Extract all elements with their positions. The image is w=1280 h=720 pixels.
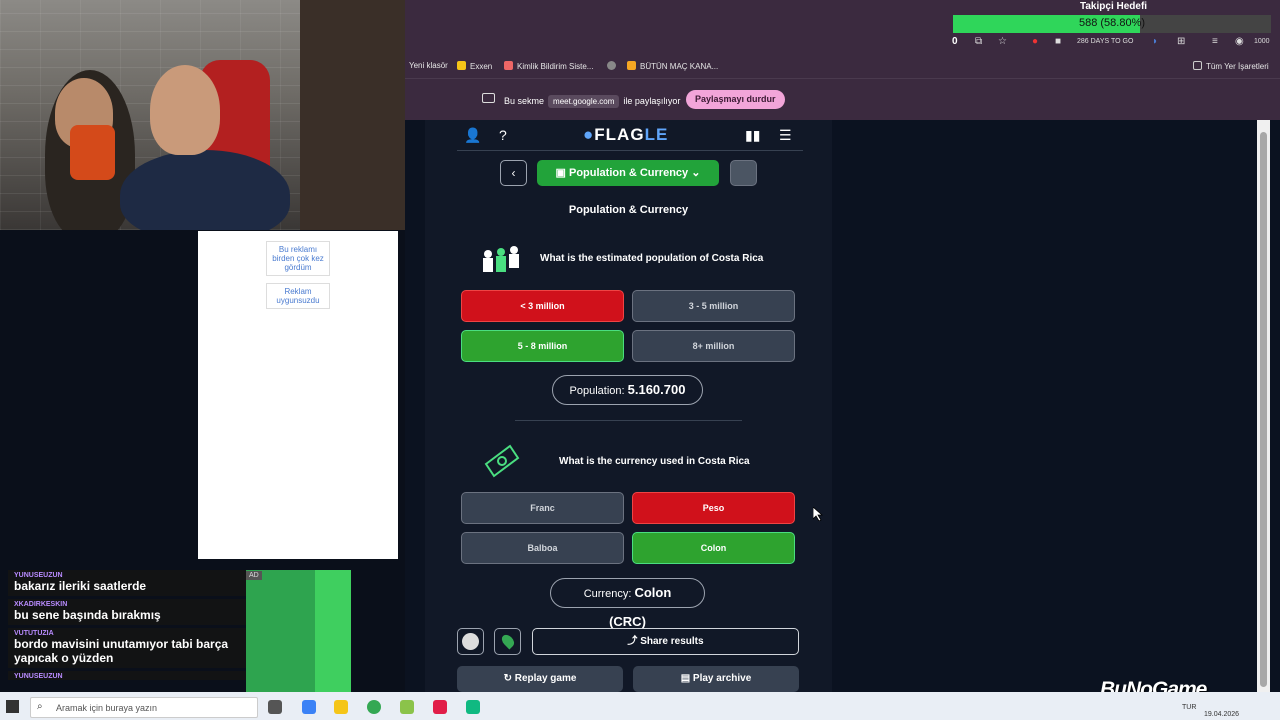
folder-icon	[1193, 61, 1202, 70]
mode-icon: ▣	[555, 167, 569, 179]
explorer-icon[interactable]	[334, 700, 348, 714]
chat-text: bordo mavisini unutamıyor tabi barça yap…	[14, 637, 229, 665]
ad-feedback-button[interactable]: Bu reklamı birden çok kez gördüm	[266, 241, 330, 276]
cast-icon[interactable]: ⧉	[975, 36, 982, 47]
wikipedia-button[interactable]	[457, 628, 484, 655]
chat-message: XKADIRKESKIN bu sene başında bırakmış	[8, 599, 246, 625]
chat-side-panel	[246, 570, 351, 692]
pen-icon	[504, 61, 513, 70]
replay-game-button[interactable]: ↻ Replay game	[457, 666, 623, 692]
share-icon: ⤴	[627, 636, 641, 647]
chat-text: bakarız ileriki saatlerde	[14, 579, 147, 593]
chat-text: bu sene başında bırakmış	[14, 608, 161, 622]
chat-message: YUNUSEUZUN	[8, 671, 246, 680]
chrome-icon[interactable]	[367, 700, 381, 714]
map-pin-icon	[499, 632, 517, 650]
sharing-status: Bu sekme meet.google.com ile paylaşılıyor	[504, 95, 681, 108]
bookmark-item[interactable]	[607, 61, 620, 71]
chat-overlay: YUNUSEUZUN bakarız ileriki saatlerde XKA…	[8, 570, 246, 692]
exxen-icon	[457, 61, 466, 70]
app-icon[interactable]	[302, 700, 316, 714]
wikipedia-icon	[462, 633, 479, 650]
counter: 0	[952, 36, 958, 47]
tray-date[interactable]: 19.04.2026	[1204, 711, 1239, 718]
app-icon[interactable]	[433, 700, 447, 714]
people-icon	[483, 246, 519, 272]
chat-username: VUTUTUZIA	[14, 630, 54, 637]
bookmark-item[interactable]: Exxen	[457, 61, 492, 71]
bookmark-item[interactable]: Yeni klasör	[409, 61, 448, 70]
google-maps-button[interactable]	[494, 628, 521, 655]
folder-icon	[627, 61, 636, 70]
search-icon: ⌕	[37, 701, 43, 712]
answer-option[interactable]: 5 - 8 million	[461, 330, 624, 362]
next-button[interactable]	[730, 160, 757, 186]
answer-option[interactable]: < 3 million	[461, 290, 624, 322]
logo: ●FLAGLE	[583, 125, 669, 144]
app-icon[interactable]	[400, 700, 414, 714]
puzzle-icon[interactable]: ⊞	[1177, 36, 1185, 47]
section-divider	[515, 420, 742, 421]
chat-username: YUNUSEUZUN	[14, 673, 63, 680]
menu-icon[interactable]: ≡	[1212, 36, 1218, 47]
answer-option[interactable]: Colon	[632, 532, 795, 564]
chat-username: YUNUSEUZUN	[14, 572, 63, 579]
follower-progress-text: 588 (58.80%)	[1078, 17, 1146, 29]
share-results-button[interactable]: ⤴ Share results	[532, 628, 799, 655]
star-icon[interactable]: ☆	[998, 36, 1007, 47]
stats-icon[interactable]: ▮▮	[745, 127, 760, 144]
section-title: Population & Currency	[568, 204, 689, 216]
windows-start-icon[interactable]	[6, 700, 19, 713]
scrollbar-thumb[interactable]	[1260, 132, 1267, 687]
taskbar-search-input[interactable]: Aramak için buraya yazın	[30, 697, 258, 718]
app-icon[interactable]	[466, 700, 480, 714]
bookmark-item[interactable]: BÜTÜN MAÇ KANA...	[627, 61, 718, 71]
webcam-overlay	[0, 0, 405, 230]
days-to-go-label: 286 DAYS TO GO	[1077, 38, 1134, 45]
extension-icon[interactable]: ◗	[1152, 36, 1158, 47]
play-archive-button[interactable]: ▤ Play archive	[633, 666, 799, 692]
ad-panel: Bu reklamı birden çok kez gördüm Reklam …	[198, 231, 398, 559]
money-icon	[484, 444, 520, 478]
sharing-domain: meet.google.com	[548, 95, 620, 108]
stop-sharing-button[interactable]: Paylaşmayı durdur	[686, 90, 785, 109]
archive-icon: ▤	[680, 673, 693, 684]
answer-option[interactable]: 8+ million	[632, 330, 795, 362]
currency-result: Currency: Colon (CRC)	[550, 578, 705, 629]
points-label: 1000	[1254, 38, 1270, 45]
follower-goal-title: Takipçi Hedefi	[1080, 1, 1148, 12]
chat-message: VUTUTUZIA bordo mavisini unutamıyor tabi…	[8, 628, 246, 668]
chat-username: XKADIRKESKIN	[14, 601, 68, 608]
answer-option[interactable]: Franc	[461, 492, 624, 524]
menu-icon[interactable]: ☰	[779, 127, 792, 144]
ad-inappropriate-button[interactable]: Reklam uygunsuzdu	[266, 283, 330, 309]
answer-option[interactable]: Peso	[632, 492, 795, 524]
population-result: Population: 5.160.700	[552, 375, 703, 405]
avatar[interactable]: ◉	[1235, 36, 1244, 47]
user-icon[interactable]: 👤	[464, 127, 481, 144]
task-view-icon[interactable]	[268, 700, 282, 714]
all-bookmarks[interactable]: Tüm Yer İşaretleri	[1193, 61, 1269, 71]
extension-icon[interactable]: ■	[1055, 36, 1061, 47]
extension-icon[interactable]: ●	[1032, 36, 1038, 47]
answer-option[interactable]: 3 - 5 million	[632, 290, 795, 322]
mouse-cursor-icon	[813, 507, 823, 521]
bookmark-item[interactable]: Kimlik Bildirim Siste...	[504, 61, 593, 71]
mode-select-button[interactable]: ▣ Population & Currency ⌄	[537, 160, 719, 186]
help-icon[interactable]: ?	[499, 127, 507, 143]
answer-option[interactable]: Balboa	[461, 532, 624, 564]
back-button[interactable]: ‹	[500, 160, 527, 186]
chat-message: YUNUSEUZUN bakarız ileriki saatlerde	[8, 570, 246, 596]
population-question: What is the estimated population of Cost…	[540, 253, 764, 264]
globe-logo-icon: ●	[583, 125, 595, 144]
currency-question: What is the currency used in Costa Rica	[559, 456, 750, 467]
ad-tag: AD	[246, 571, 262, 580]
header-divider	[457, 150, 803, 151]
screen-share-icon	[482, 93, 495, 103]
globe-icon	[607, 61, 616, 70]
chevron-down-icon: ⌄	[688, 167, 701, 179]
replay-icon: ↻	[503, 673, 515, 684]
input-language[interactable]: TUR	[1182, 704, 1196, 711]
